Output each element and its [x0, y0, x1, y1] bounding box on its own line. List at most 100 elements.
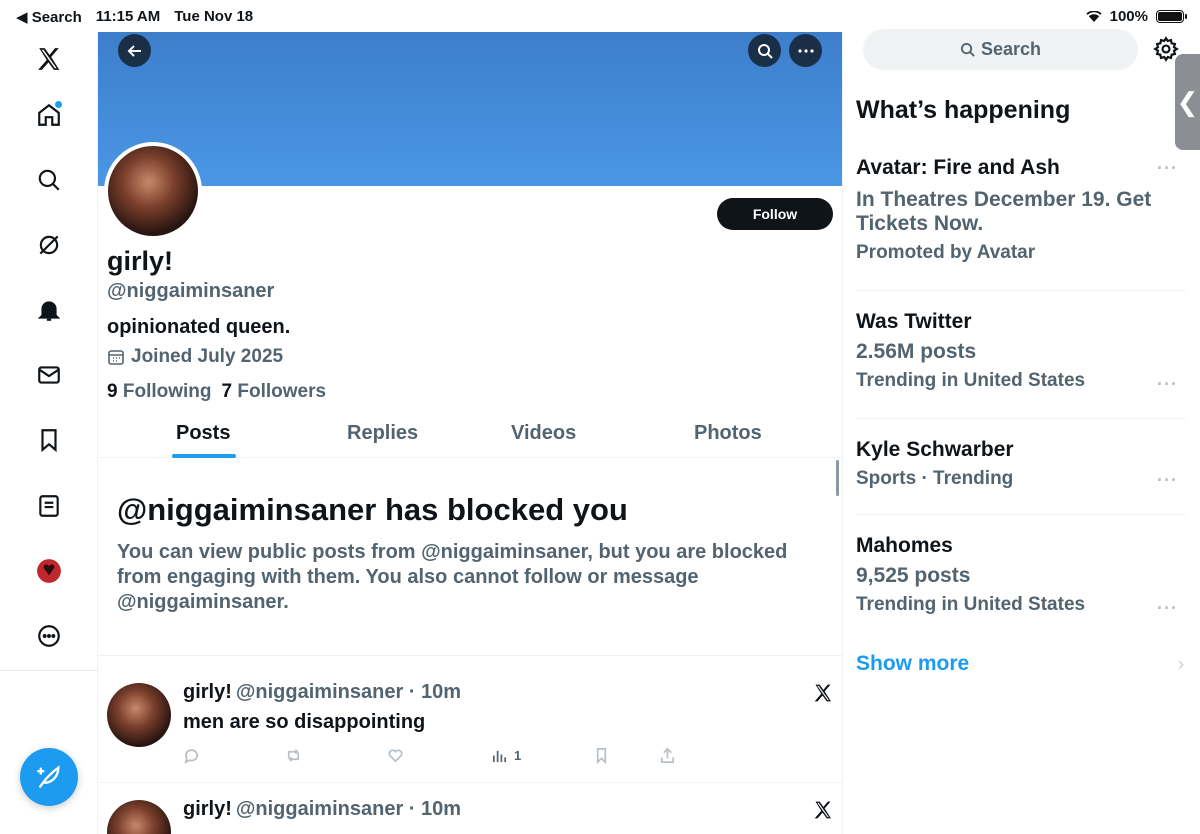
show-more-link[interactable]: Show more: [856, 652, 969, 676]
search-icon: [757, 43, 773, 59]
lists-icon[interactable]: [30, 487, 68, 525]
followers-link[interactable]: 7 Followers: [222, 381, 327, 403]
following-label: Following: [122, 381, 212, 402]
trend-divider: [856, 514, 1186, 515]
follow-button[interactable]: Follow: [717, 198, 833, 230]
heart-icon: [388, 749, 403, 763]
post-author-name[interactable]: girly!: [183, 681, 232, 704]
more-options-icon[interactable]: [30, 617, 68, 655]
whats-happening-heading: What’s happening: [856, 96, 1071, 124]
search-icon[interactable]: [30, 161, 68, 199]
joined-date: Joined July 2025: [107, 346, 283, 368]
chevron-right-icon: ›: [1178, 654, 1184, 674]
bookmark-button[interactable]: [593, 747, 610, 764]
status-bar: ◀ Search 11:15 AM Tue Nov 18 100%: [0, 0, 1200, 32]
post-handle-time: @niggaiminsaner · 10m: [235, 681, 462, 703]
back-to-search-link[interactable]: ◀ Search: [16, 8, 82, 26]
following-link[interactable]: 9 Following: [107, 381, 212, 403]
wifi-icon: [1085, 10, 1102, 22]
feather-plus-icon: [37, 765, 60, 789]
trend-subtitle: In Theatres December 19. Get Tickets Now…: [856, 188, 1152, 235]
post-text: men are so disappointing: [183, 711, 426, 733]
repost-button[interactable]: [285, 747, 302, 764]
post-item[interactable]: girly! @niggaiminsaner · 10m men are so …: [98, 657, 842, 783]
trend-more-icon[interactable]: ···: [1157, 598, 1178, 619]
post-item[interactable]: girly! @niggaiminsaner · 10m: [98, 784, 842, 834]
profile-tabs: Posts Replies Videos Photos: [98, 416, 842, 458]
trend-more-icon[interactable]: ···: [1157, 374, 1178, 395]
followers-label: Followers: [237, 381, 327, 402]
trend-subtitle: 2.56M posts: [856, 340, 977, 363]
search-placeholder: Search: [980, 39, 1042, 59]
status-time: 11:15 AM: [95, 8, 161, 25]
trend-title: Kyle Schwarber: [856, 438, 1014, 461]
profile-banner: [98, 32, 842, 186]
battery-icon: [1156, 10, 1187, 23]
blocked-notice: @niggaiminsaner has blocked you You can …: [98, 458, 842, 656]
trend-subtitle: Sports · Trending: [856, 468, 1014, 489]
trend-item[interactable]: Mahomes 9,525 posts Trending in United S…: [856, 534, 1186, 616]
post-avatar[interactable]: [107, 800, 171, 834]
post-author-name[interactable]: girly!: [183, 798, 232, 821]
x-logo-icon: [814, 684, 831, 702]
notifications-bell-icon[interactable]: [30, 291, 68, 329]
tab-photos[interactable]: Photos: [694, 422, 762, 445]
home-icon[interactable]: [30, 96, 68, 134]
search-icon: [960, 42, 975, 57]
share-button[interactable]: [659, 747, 676, 764]
trend-more-icon[interactable]: ···: [1157, 158, 1178, 179]
nav-divider: [0, 670, 98, 671]
bar-chart-icon: [492, 750, 507, 763]
back-button[interactable]: [118, 34, 151, 67]
trend-divider: [856, 418, 1186, 419]
trend-divider: [856, 290, 1186, 291]
trend-meta: Trending in United States: [856, 594, 1086, 615]
calendar-icon: [108, 350, 124, 365]
trend-meta: Trending in United States: [856, 370, 1086, 391]
chevron-left-icon: ❮: [1176, 86, 1199, 117]
trend-title: Avatar: Fire and Ash: [856, 156, 1060, 179]
profile-more-button[interactable]: [789, 34, 822, 67]
reply-button[interactable]: [183, 747, 200, 764]
profile-handle: @niggaiminsaner: [107, 280, 275, 302]
messages-mail-icon[interactable]: [30, 356, 68, 394]
tab-videos[interactable]: Videos: [511, 422, 576, 445]
trend-subtitle: 9,525 posts: [856, 564, 971, 587]
post-actions: 1: [183, 747, 683, 767]
tab-posts[interactable]: Posts: [176, 422, 230, 445]
views-count: 1: [514, 748, 522, 763]
trend-title: Mahomes: [856, 534, 953, 557]
post-header: girly! @niggaiminsaner · 10m: [183, 798, 461, 821]
trend-item[interactable]: Avatar: Fire and Ash In Theatres Decembe…: [856, 156, 1186, 264]
search-input[interactable]: Search: [863, 29, 1138, 70]
battery-percent: 100%: [1109, 8, 1148, 25]
notification-dot: [55, 101, 62, 108]
tab-replies[interactable]: Replies: [347, 422, 418, 445]
bookmarks-icon[interactable]: [30, 421, 68, 459]
compose-post-button[interactable]: [20, 748, 78, 806]
like-button[interactable]: [387, 747, 404, 764]
reply-bubble-icon: [184, 749, 198, 764]
post-avatar[interactable]: [107, 683, 171, 747]
arrow-left-icon: [127, 44, 141, 57]
status-date: Tue Nov 18: [174, 8, 254, 25]
x-logo-icon[interactable]: [30, 40, 68, 78]
profile-avatar[interactable]: [104, 142, 202, 240]
trend-item[interactable]: Was Twitter 2.56M posts Trending in Unit…: [856, 310, 1186, 392]
views-button[interactable]: 1: [491, 747, 521, 764]
repost-icon: [287, 749, 300, 762]
trend-more-icon[interactable]: ···: [1157, 470, 1178, 491]
blocked-title: @niggaiminsaner has blocked you: [117, 492, 628, 527]
trend-meta: Promoted by Avatar: [856, 242, 1036, 263]
following-count: 9: [107, 381, 118, 402]
trend-item[interactable]: Kyle Schwarber Sports · Trending: [856, 438, 1186, 490]
ellipsis-icon: [797, 48, 814, 53]
share-icon: [660, 747, 675, 763]
profile-name: girly!: [107, 246, 174, 276]
profile-avatar-icon[interactable]: [30, 552, 68, 590]
profile-search-button[interactable]: [748, 34, 781, 67]
blocked-description: You can view public posts from @niggaimi…: [117, 541, 788, 613]
grok-icon[interactable]: [30, 226, 68, 264]
bookmark-icon: [596, 748, 607, 764]
slide-over-handle[interactable]: ❮: [1175, 54, 1200, 150]
